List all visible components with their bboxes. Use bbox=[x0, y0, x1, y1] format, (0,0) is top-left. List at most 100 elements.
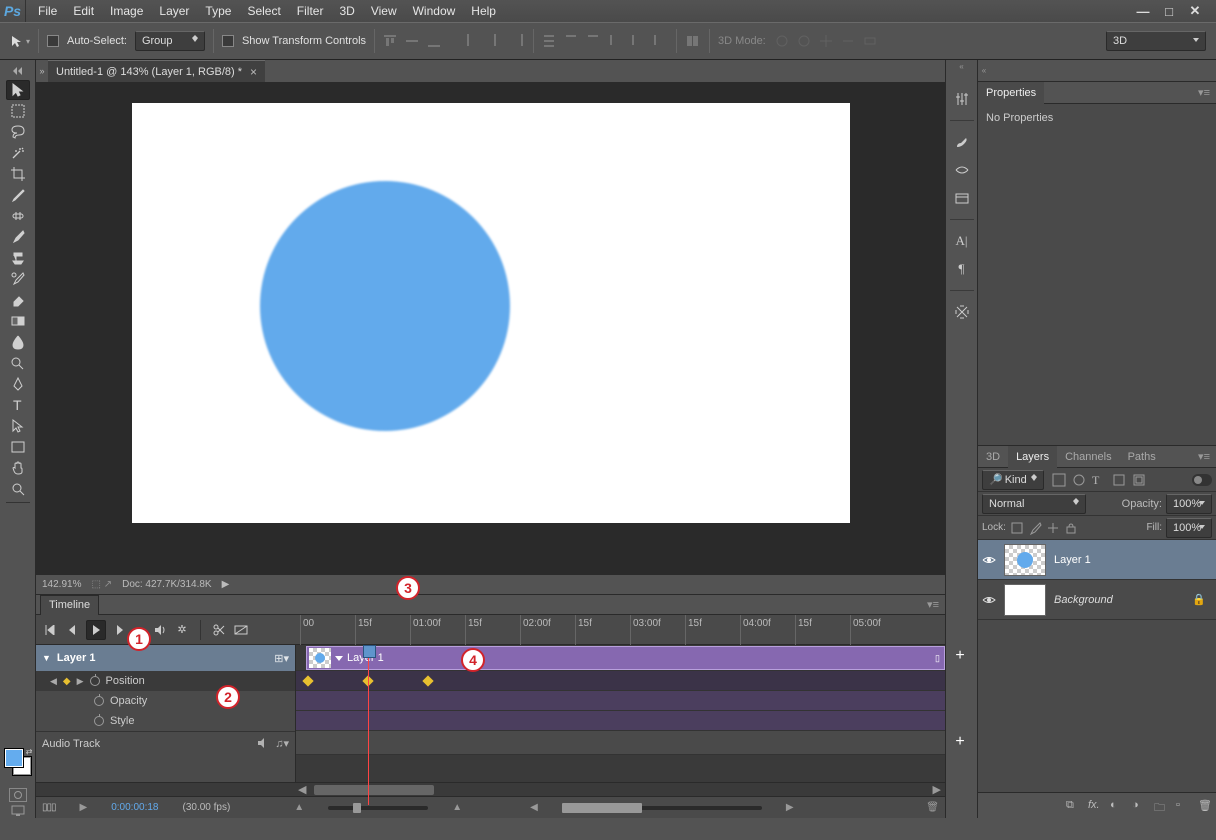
timeline-tab[interactable]: Timeline bbox=[40, 595, 99, 615]
swap-colors-icon[interactable]: ⇄ bbox=[26, 747, 33, 756]
character-panel-icon[interactable]: A| bbox=[951, 230, 973, 252]
timeline-scroll-thumb[interactable] bbox=[314, 785, 434, 795]
clone-stamp-tool[interactable] bbox=[6, 248, 30, 268]
3d-roll-icon[interactable] bbox=[796, 33, 812, 49]
align-hcenter-icon[interactable] bbox=[487, 33, 503, 49]
timecode[interactable]: 0:00:00:18 bbox=[111, 802, 158, 813]
menu-select[interactable]: Select bbox=[239, 0, 288, 22]
timeline-zoom-slider[interactable] bbox=[328, 806, 428, 810]
brush-tool[interactable] bbox=[6, 227, 30, 247]
zoom-out-icon[interactable]: ▲ bbox=[294, 802, 304, 813]
align-vcenter-icon[interactable] bbox=[405, 33, 421, 49]
eyedropper-tool[interactable] bbox=[6, 185, 30, 205]
lock-position-icon[interactable] bbox=[1046, 521, 1060, 535]
add-audio-button[interactable]: + bbox=[953, 735, 967, 749]
distribute-v-icon[interactable] bbox=[564, 33, 580, 49]
history-brush-tool[interactable] bbox=[6, 269, 30, 289]
timeline-pan-slider[interactable] bbox=[562, 806, 762, 810]
clone-source-icon[interactable] bbox=[951, 187, 973, 209]
menu-type[interactable]: Type bbox=[197, 0, 239, 22]
panel-collapse-icon[interactable]: « bbox=[978, 60, 990, 82]
track-audio[interactable]: + bbox=[296, 731, 945, 755]
timeline-settings-button[interactable]: ✲ bbox=[174, 622, 190, 638]
align-right-icon[interactable] bbox=[509, 33, 525, 49]
canvas-viewport[interactable] bbox=[36, 82, 945, 574]
new-layer-icon[interactable]: ▫ bbox=[1176, 799, 1190, 813]
tool-presets-icon[interactable] bbox=[951, 301, 973, 323]
lock-pixels-icon[interactable] bbox=[1028, 521, 1042, 535]
3d-scale-icon[interactable] bbox=[862, 33, 878, 49]
timeline-audio-track[interactable]: Audio Track ♫▾ bbox=[36, 731, 295, 755]
distribute-bottom-icon[interactable] bbox=[586, 33, 602, 49]
zoom-in-icon[interactable]: ▲ bbox=[452, 802, 462, 813]
menu-window[interactable]: Window bbox=[405, 0, 464, 22]
link-layers-icon[interactable]: ⧉ bbox=[1066, 799, 1080, 813]
menu-edit[interactable]: Edit bbox=[65, 0, 102, 22]
transition-button[interactable] bbox=[233, 622, 249, 638]
filter-pixel-icon[interactable] bbox=[1052, 473, 1066, 487]
play-button[interactable] bbox=[86, 620, 106, 640]
auto-select-dropdown[interactable]: Group bbox=[135, 31, 205, 51]
close-button[interactable]: ✕ bbox=[1186, 4, 1204, 18]
layer-entry-layer1[interactable]: Layer 1 bbox=[978, 540, 1216, 580]
fill-input[interactable]: 100% bbox=[1166, 518, 1212, 538]
playhead[interactable] bbox=[368, 645, 369, 805]
audio-note-icon[interactable]: ♫▾ bbox=[275, 737, 289, 750]
lasso-tool[interactable] bbox=[6, 122, 30, 142]
timeline-tracks[interactable]: Layer 1 ▯ + + bbox=[296, 645, 945, 782]
layer-style-icon[interactable]: fx. bbox=[1088, 799, 1102, 813]
clip-end-handle[interactable]: ▯ bbox=[935, 653, 944, 664]
track-style[interactable] bbox=[296, 711, 945, 731]
adjustments-icon[interactable] bbox=[951, 88, 973, 110]
zoom-tool[interactable] bbox=[6, 479, 30, 499]
dodge-tool[interactable] bbox=[6, 353, 30, 373]
track-opacity[interactable] bbox=[296, 691, 945, 711]
distribute-right-icon[interactable] bbox=[652, 33, 668, 49]
panel-tab-3d[interactable]: 3D bbox=[978, 446, 1008, 468]
delete-icon[interactable]: 🗑 bbox=[926, 802, 939, 813]
strip-collapse-icon[interactable]: « bbox=[959, 62, 963, 71]
menu-help[interactable]: Help bbox=[463, 0, 504, 22]
marquee-tool[interactable] bbox=[6, 101, 30, 121]
gradient-tool[interactable] bbox=[6, 311, 30, 331]
brush-presets-icon[interactable] bbox=[951, 159, 973, 181]
menu-3d[interactable]: 3D bbox=[331, 0, 362, 22]
layers-menu-icon[interactable]: ▾≡ bbox=[1192, 450, 1216, 463]
maximize-button[interactable]: □ bbox=[1160, 4, 1178, 18]
minimize-button[interactable]: — bbox=[1134, 4, 1152, 18]
timeline-panel-menu-icon[interactable]: ▾≡ bbox=[921, 598, 945, 611]
visibility-toggle-layer1[interactable] bbox=[982, 553, 996, 567]
panel-tab-channels[interactable]: Channels bbox=[1057, 446, 1119, 468]
menu-file[interactable]: File bbox=[30, 0, 65, 22]
add-media-button[interactable]: + bbox=[953, 649, 967, 663]
status-flyout-icon[interactable]: ▶ bbox=[222, 579, 230, 590]
panel-tab-paths[interactable]: Paths bbox=[1120, 446, 1164, 468]
move-tool[interactable] bbox=[6, 80, 30, 100]
menu-image[interactable]: Image bbox=[102, 0, 151, 22]
stopwatch-position-icon[interactable] bbox=[90, 676, 100, 686]
track-position[interactable] bbox=[296, 671, 945, 691]
lock-transparent-icon[interactable] bbox=[1010, 521, 1024, 535]
timeline-layer-header[interactable]: ▼ Layer 1 ⊞▾ bbox=[36, 645, 295, 671]
tab-collapse-icon[interactable]: » bbox=[36, 60, 48, 82]
eraser-tool[interactable] bbox=[6, 290, 30, 310]
canvas[interactable] bbox=[132, 103, 850, 523]
properties-menu-icon[interactable]: ▾≡ bbox=[1192, 86, 1216, 99]
timeline-prop-style[interactable]: Style bbox=[36, 711, 295, 731]
rectangle-tool[interactable] bbox=[6, 437, 30, 457]
3d-slide-icon[interactable] bbox=[840, 33, 856, 49]
track-layer-1[interactable]: Layer 1 ▯ + bbox=[296, 645, 945, 671]
path-select-tool[interactable] bbox=[6, 416, 30, 436]
workspace-select[interactable]: 3D bbox=[1106, 31, 1206, 51]
next-frame-button[interactable] bbox=[112, 622, 128, 638]
align-left-icon[interactable] bbox=[465, 33, 481, 49]
distribute-h-icon[interactable] bbox=[630, 33, 646, 49]
brush-panel-icon[interactable] bbox=[951, 131, 973, 153]
filter-toggle[interactable] bbox=[1192, 474, 1212, 486]
screen-mode-icon[interactable] bbox=[9, 804, 27, 818]
delete-layer-icon[interactable]: 🗑 bbox=[1198, 799, 1212, 813]
blur-tool[interactable] bbox=[6, 332, 30, 352]
stopwatch-opacity-icon[interactable] bbox=[94, 696, 104, 706]
auto-select-checkbox[interactable] bbox=[47, 35, 59, 47]
distribute-top-icon[interactable] bbox=[542, 33, 558, 49]
